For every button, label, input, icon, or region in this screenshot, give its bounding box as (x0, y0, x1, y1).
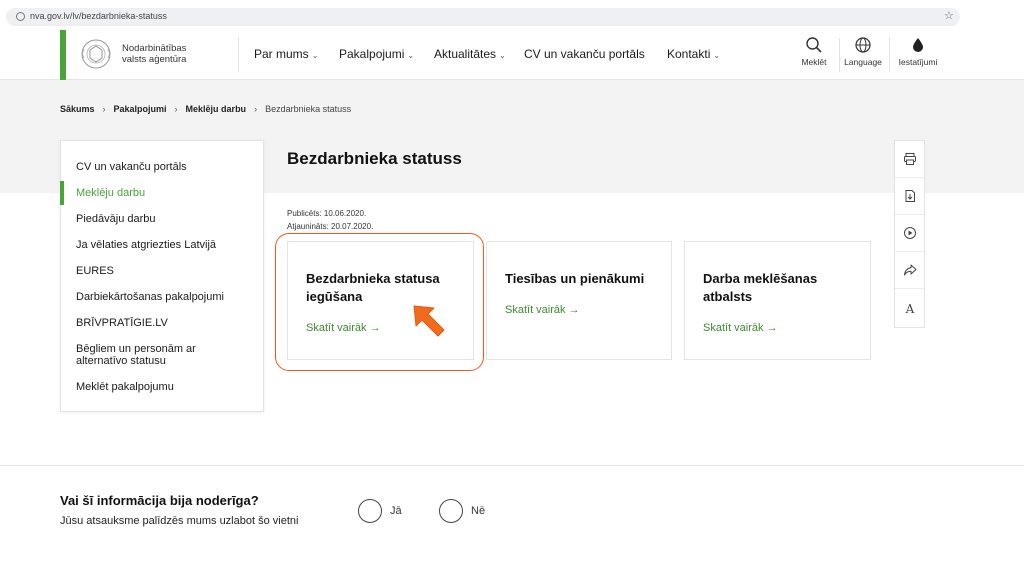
page-title: Bezdarbnieka statuss (287, 149, 462, 168)
bookmark-star-icon[interactable]: ☆ (944, 9, 954, 22)
updated-date: Atjaunināts: 20.07.2020. (287, 222, 374, 231)
nav-aktualitates[interactable]: Aktualitātes ⌄ (434, 47, 506, 61)
section-divider (0, 465, 1024, 466)
card-darba-meklesanas-atbalsts[interactable]: Darba meklēšanas atbalsts Skatīt vairāk … (684, 241, 871, 360)
feedback-no-radio[interactable] (439, 499, 463, 523)
tool-divider (889, 38, 890, 72)
breadcrumb-mekleju-darbu[interactable]: Meklēju darbu (186, 104, 247, 114)
sidebar-item-atgriezties-latvija[interactable]: Ja vēlaties atgriezties Latvijā (76, 239, 256, 251)
breadcrumb-current: Bezdarbnieka statuss (265, 104, 352, 114)
print-button[interactable] (895, 141, 924, 178)
settings-button[interactable]: Iestatījumi (893, 36, 943, 67)
site-info-icon[interactable] (16, 12, 25, 21)
share-button[interactable] (895, 252, 924, 289)
search-icon (806, 37, 822, 53)
settings-label: Iestatījumi (898, 57, 938, 67)
site-header: Nodarbinātības valsts aģentūra Par mums ⌄… (0, 30, 1024, 80)
language-label: Language (844, 57, 882, 67)
sidebar-item-piedavaju-darbu[interactable]: Piedāvāju darbu (76, 213, 256, 225)
card-tiesibas-pienakumi[interactable]: Tiesības un pienākumi Skatīt vairāk → (486, 241, 672, 360)
coat-of-arms-icon[interactable] (78, 36, 114, 72)
breadcrumb-chevron-icon: › (174, 104, 178, 114)
sidebar-item-meklet-pakalpojumu[interactable]: Meklēt pakalpojumu (76, 381, 256, 393)
chevron-down-icon: ⌄ (407, 51, 415, 60)
logo-text[interactable]: Nodarbinātības valsts aģentūra (122, 43, 202, 65)
nav-kontakti[interactable]: Kontakti ⌄ (667, 47, 720, 61)
card-more-link[interactable]: Skatīt vairāk → (703, 322, 778, 334)
sidebar-item-mekleju-darbu[interactable]: Meklēju darbu (76, 187, 256, 199)
feedback-no-label: Nē (471, 505, 486, 517)
feedback-subtitle: Jūsu atsauksme palīdzēs mums uzlabot šo … (60, 515, 299, 527)
chevron-down-icon: ⌄ (311, 51, 319, 60)
feedback-yes-radio[interactable] (358, 499, 382, 523)
feedback-question: Vai šī informācija bija noderīga? (60, 493, 259, 508)
text-size-button[interactable]: A (895, 289, 924, 326)
font-size-icon: A (904, 302, 914, 315)
search-button[interactable]: Meklēt (789, 36, 839, 67)
sidebar-item-eures[interactable]: EURES (76, 265, 256, 277)
share-arrow-icon (903, 264, 916, 276)
published-date: Publicēts: 10.06.2020. (287, 209, 367, 218)
breadcrumb-chevron-icon: › (254, 104, 258, 114)
listen-button[interactable] (895, 215, 924, 252)
sidebar-active-indicator (60, 181, 64, 205)
document-download-icon (905, 190, 915, 202)
sidebar-item-darbiekartosana[interactable]: Darbiekārtošanas pakalpojumi (76, 291, 256, 303)
breadcrumb-chevron-icon: › (102, 104, 106, 114)
sidebar-item-brivpratigie[interactable]: BRĪVPRATĪGIE.LV (76, 317, 256, 329)
breadcrumb-home[interactable]: Sākums (60, 104, 95, 114)
card-title: Tiesības un pienākumi (505, 271, 645, 286)
url-text[interactable]: nva.gov.lv/lv/bezdarbnieka-statuss (30, 11, 167, 21)
breadcrumb-pakalpojumi[interactable]: Pakalpojumi (114, 104, 167, 114)
contrast-drop-icon (913, 38, 923, 52)
pointer-arrow-icon (413, 305, 445, 337)
highlight-outline (275, 233, 484, 371)
svg-text:A: A (904, 302, 914, 315)
chevron-down-icon: ⌄ (713, 51, 721, 60)
header-divider (238, 38, 239, 72)
nav-pakalpojumi[interactable]: Pakalpojumi ⌄ (339, 47, 414, 61)
breadcrumb: Sākums › Pakalpojumi › Meklēju darbu › Bezdarb… (60, 104, 351, 114)
search-label: Meklēt (801, 57, 827, 67)
nav-cv-portals[interactable]: CV un vakanču portāls (524, 47, 645, 61)
sidebar-item-cv-portals[interactable]: CV un vakanču portāls (76, 161, 256, 173)
language-button[interactable]: Language (838, 36, 888, 67)
play-circle-icon (903, 227, 916, 239)
browser-address-bar: nva.gov.lv/lv/bezdarbnieka-statuss ☆ (0, 0, 1024, 30)
sidebar-item-begliem[interactable]: Bēgliem un personām ar alternatīvo statu… (76, 343, 216, 367)
chevron-down-icon: ⌄ (499, 51, 506, 60)
logo-accent-bar (60, 30, 66, 80)
sidebar: CV un vakanču portāls Meklēju darbu Pied… (60, 140, 264, 412)
card-title: Darba meklēšanas atbalsts (703, 271, 818, 304)
card-more-link[interactable]: Skatīt vairāk → (505, 304, 580, 316)
globe-icon (855, 37, 871, 53)
download-button[interactable] (895, 178, 924, 215)
page-tools: A (894, 140, 925, 328)
feedback-yes-label: Jā (390, 505, 402, 517)
printer-icon (903, 153, 916, 165)
nav-par-mums[interactable]: Par mums ⌄ (254, 47, 318, 61)
